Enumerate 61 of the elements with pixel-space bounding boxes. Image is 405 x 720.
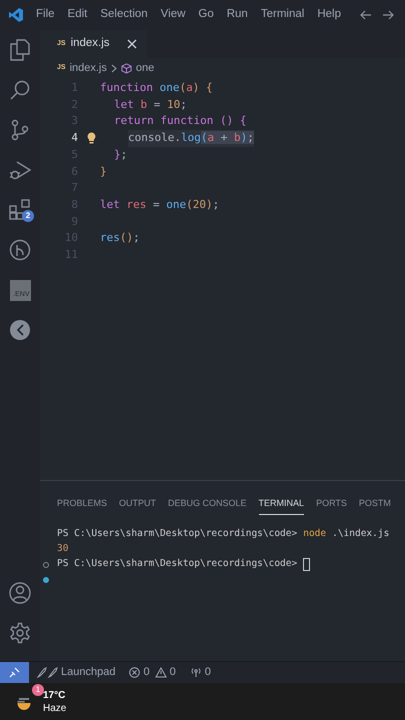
menu-item[interactable]: View (160, 6, 186, 24)
panel-tab[interactable]: OUTPUT (119, 496, 156, 515)
warning-icon (154, 667, 167, 678)
breadcrumb-item[interactable]: one (136, 60, 154, 76)
code-line: let res = one(20); (100, 196, 220, 213)
back-icon[interactable] (359, 8, 373, 22)
temperature-label[interactable]: 17°C (43, 688, 66, 702)
count-badge: 2 (22, 210, 34, 222)
terminal-cursor (303, 558, 310, 571)
code-line: res(); (100, 230, 140, 246)
panel-tab[interactable]: POSTM (358, 496, 391, 515)
terminal-command: node (303, 527, 326, 542)
cube-icon (120, 62, 132, 74)
error-icon (129, 667, 140, 678)
warning-count[interactable]: 0 (170, 664, 176, 681)
code-line: return function () { (114, 113, 246, 130)
panel-tab[interactable]: DEBUG CONSOLE (168, 496, 247, 515)
play-bug-icon[interactable] (9, 159, 31, 181)
launchpad-label[interactable]: Launchpad (61, 664, 116, 681)
notification-badge: 1 (32, 684, 44, 696)
app-logo-icon (8, 7, 24, 23)
menu-item[interactable]: File (36, 6, 55, 24)
panel-tab[interactable]: PROBLEMS (57, 496, 108, 515)
chevron-icon (110, 64, 117, 72)
code-line: } (100, 164, 107, 180)
panel-tab[interactable]: PORTS (316, 496, 347, 515)
account-icon[interactable] (9, 582, 31, 604)
remote-button[interactable] (0, 662, 29, 683)
files-icon[interactable] (10, 39, 30, 61)
code-line: let b = 10; (114, 96, 187, 113)
menu-item[interactable]: Terminal (260, 6, 304, 24)
menu-item[interactable]: Selection (100, 6, 148, 24)
ports-count[interactable]: 0 (204, 664, 211, 681)
weather-condition[interactable]: Haze (43, 702, 66, 714)
remote-icon (9, 667, 20, 678)
graph-icon[interactable] (9, 239, 31, 261)
antenna-icon (190, 667, 202, 678)
settings-icon[interactable] (9, 622, 31, 644)
breadcrumb-item[interactable]: index.js (70, 60, 107, 76)
arrow-circle-icon[interactable] (9, 319, 31, 341)
command-marker-icon (43, 576, 49, 582)
code-line: }; (114, 146, 128, 163)
terminal-prompt: PS C:\Users\sharm\Desktop\recordings\code> (57, 527, 298, 542)
menu-item[interactable]: Run (226, 6, 248, 24)
menu-item[interactable]: Go (198, 6, 214, 24)
menu-item[interactable]: Help (317, 6, 341, 24)
forward-icon[interactable] (381, 8, 395, 22)
branch-icon[interactable] (10, 119, 30, 141)
terminal-prompt: PS C:\Users\sharm\Desktop\recordings\code> (57, 557, 298, 572)
panel-tab[interactable]: TERMINAL (258, 496, 304, 515)
search-icon[interactable] (9, 79, 31, 101)
lightbulb-icon[interactable] (87, 132, 96, 144)
command-marker-icon (43, 562, 49, 568)
terminal-text: .\index.js (332, 527, 390, 542)
line-number: 4 (70, 130, 78, 146)
terminal-output: 30 (57, 542, 68, 556)
close-icon[interactable] (126, 39, 137, 49)
extensions-icon[interactable] (9, 199, 31, 221)
menu-item[interactable]: Edit (68, 6, 88, 24)
code-line: function one(a) { (100, 80, 213, 96)
error-count[interactable]: 0 (143, 664, 150, 681)
